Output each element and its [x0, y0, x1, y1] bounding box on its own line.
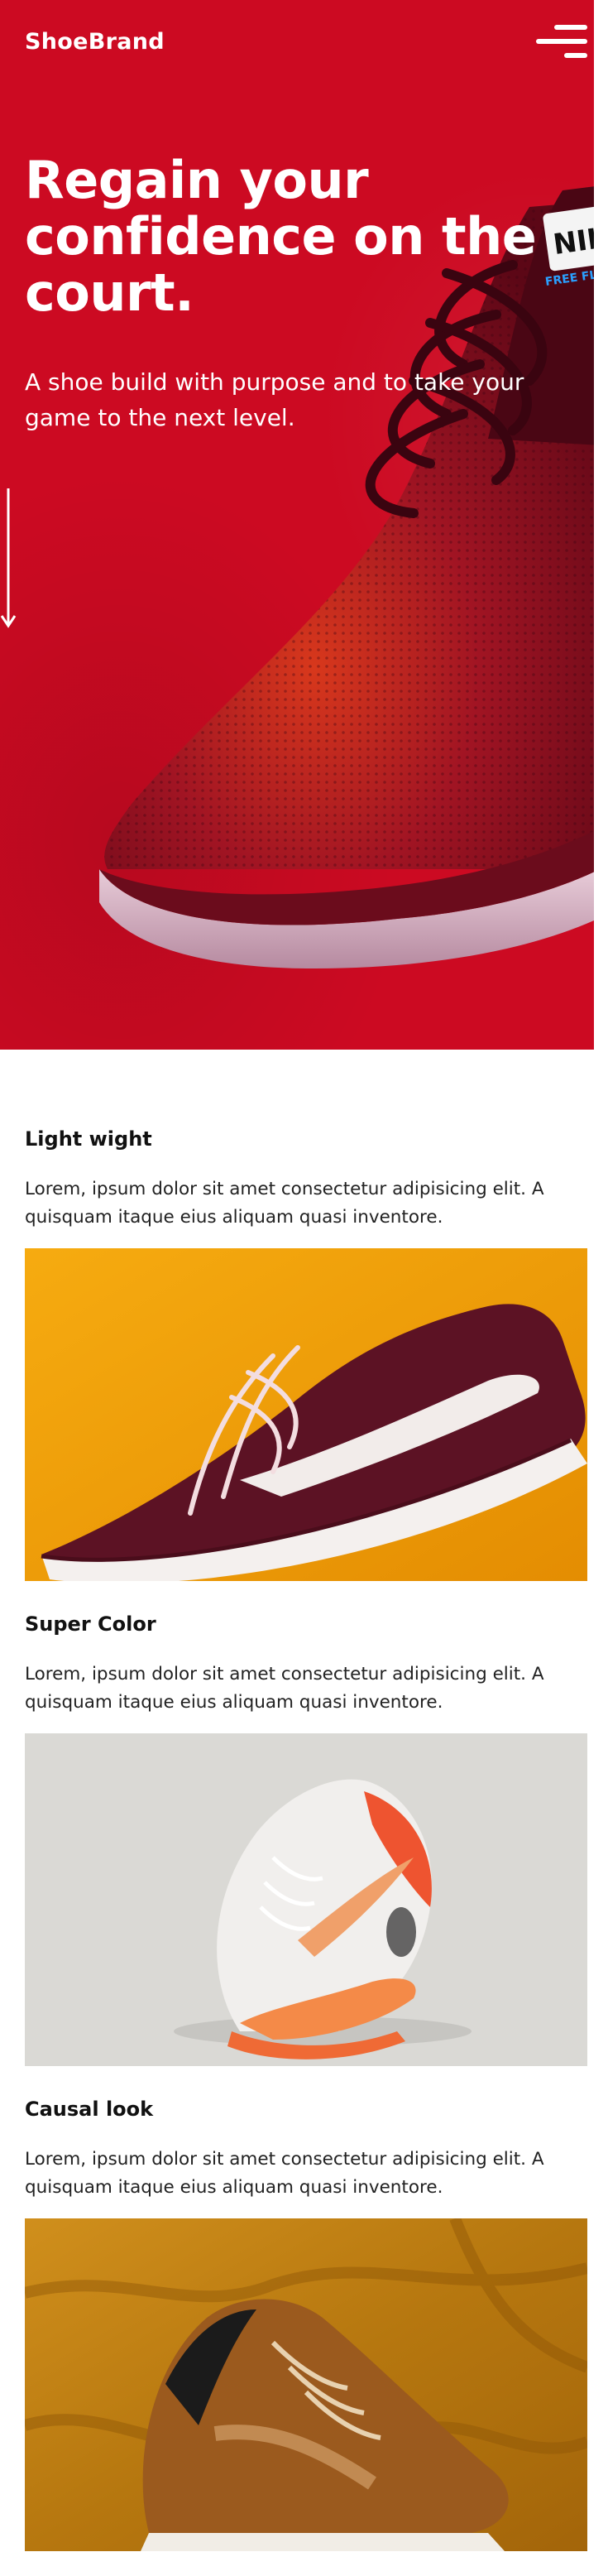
hero-shoe-brand-tab: NIKE FREE FLY: [543, 200, 594, 289]
feature-card-light-weight: Light wight Lorem, ipsum dolor sit amet …: [25, 1126, 587, 1581]
feature-title: Causal look: [25, 2098, 154, 2121]
hero-section: NIKE FREE FLY ShoeBrand Regain your conf…: [0, 0, 594, 1050]
features-section: Light wight Lorem, ipsum dolor sit amet …: [0, 1050, 608, 2551]
hero-subtitle: A shoe build with purpose and to take yo…: [25, 368, 524, 431]
feature-spacer: [25, 2066, 583, 2096]
feature-image-skate-shoe: [25, 1248, 587, 1581]
feature-text: Lorem, ipsum dolor sit amet consectetur …: [25, 2149, 544, 2198]
feature-text: Lorem, ipsum dolor sit amet consectetur …: [25, 1664, 544, 1713]
feature-image-casual-shoe: [25, 2218, 587, 2551]
feature-image-running-shoe: [25, 1733, 587, 2066]
feature-text: Lorem, ipsum dolor sit amet consectetur …: [25, 1179, 544, 1228]
top-navbar: ShoeBrand: [0, 0, 594, 83]
feature-title: Super Color: [25, 1612, 156, 1636]
hamburger-menu-icon[interactable]: [536, 23, 587, 60]
menu-line-top: [554, 25, 587, 30]
menu-line-middle: [536, 39, 587, 44]
feature-card-casual-look: Causal look Lorem, ipsum dolor sit amet …: [25, 2096, 587, 2551]
hero-title: Regain your confidence on the court.: [25, 150, 537, 323]
menu-line-bottom: [564, 53, 587, 58]
feature-title: Light wight: [25, 1127, 152, 1151]
feature-spacer: [25, 1581, 583, 1611]
feature-card-super-color: Super Color Lorem, ipsum dolor sit amet …: [25, 1611, 587, 2066]
brand-logo[interactable]: ShoeBrand: [25, 29, 165, 55]
arrow-down-icon[interactable]: [0, 488, 20, 629]
